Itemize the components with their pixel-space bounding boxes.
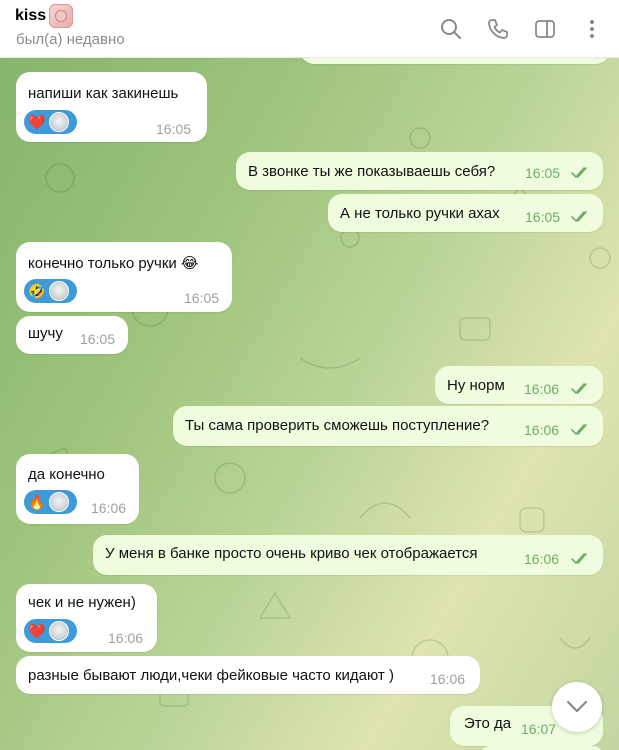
message-time: 16:06 — [524, 422, 560, 438]
message-bubble-incoming[interactable]: чек и не нужен) ❤️ 16:06 — [16, 584, 157, 652]
reaction-pill[interactable]: ❤️ — [24, 619, 77, 643]
chat-status: был(а) недавно — [16, 31, 125, 48]
sidebar-icon[interactable] — [530, 14, 560, 44]
message-text: чек и не нужен) — [28, 594, 136, 611]
chat-title-row[interactable]: kiss — [15, 4, 74, 28]
message-time: 16:05 — [156, 121, 192, 137]
message-time: 16:06 — [430, 671, 466, 687]
message-bubble-incoming[interactable]: напиши как закинешь ❤️ 16:05 — [16, 72, 207, 142]
message-text: шучу — [28, 325, 63, 342]
message-bubble-outgoing[interactable] — [480, 746, 603, 750]
read-checks-icon — [571, 167, 587, 179]
message-bubble-incoming[interactable]: да конечно 🔥 16:06 — [16, 454, 139, 524]
message-text: Ну норм — [447, 377, 505, 394]
message-time: 16:07 — [521, 721, 557, 737]
chevron-down-icon — [566, 700, 588, 713]
rofl-reaction-icon: 🤣 — [28, 283, 46, 299]
heart-reaction-icon: ❤️ — [28, 623, 46, 639]
read-checks-icon — [571, 553, 587, 565]
read-checks-icon — [571, 424, 587, 436]
reaction-pill[interactable]: 🔥 — [24, 490, 77, 514]
message-time: 16:06 — [524, 551, 560, 567]
message-bubble-outgoing[interactable]: Ты сама проверить сможешь поступление? 1… — [173, 406, 603, 446]
message-bubble-outgoing[interactable]: А не только ручки ахах 16:05 — [328, 194, 603, 232]
message-text: разные бывают люди,чеки фейковые часто к… — [28, 667, 394, 684]
message-text: конечно только ручки 😂 — [28, 255, 199, 272]
message-time: 16:05 — [80, 331, 116, 347]
fire-reaction-icon: 🔥 — [28, 494, 46, 510]
search-icon[interactable] — [436, 14, 466, 44]
reactor-avatar — [49, 281, 69, 301]
message-bubble-incoming[interactable]: конечно только ручки 😂 🤣 16:05 — [16, 242, 232, 312]
chat-title[interactable]: kiss — [15, 7, 46, 25]
message-text: У меня в банке просто очень криво чек от… — [105, 545, 478, 562]
read-checks-icon — [571, 383, 587, 395]
message-text: Ты сама проверить сможешь поступление? — [185, 417, 490, 434]
message-time: 16:06 — [91, 500, 127, 516]
reaction-pill[interactable]: 🤣 — [24, 279, 77, 303]
message-time: 16:06 — [524, 381, 560, 397]
message-text: напиши как закинешь — [28, 85, 179, 102]
message-bubble-incoming[interactable]: шучу 16:05 — [16, 316, 128, 354]
reaction-pill[interactable]: ❤️ — [24, 110, 77, 134]
message-time: 16:05 — [525, 165, 561, 181]
title-emoji-icon — [49, 4, 74, 28]
reactor-avatar — [49, 112, 69, 132]
message-text: да конечно — [28, 466, 105, 483]
chat-header: kiss был(а) недавно — [0, 0, 619, 58]
message-bubble-outgoing[interactable] — [300, 58, 610, 64]
message-text: В звонке ты же показываешь себя? — [248, 163, 496, 180]
message-text: Это да — [464, 715, 512, 732]
message-bubble-incoming[interactable]: разные бывают люди,чеки фейковые часто к… — [16, 656, 480, 694]
message-text: А не только ручки ахах — [340, 205, 500, 222]
header-actions — [436, 14, 607, 44]
more-icon[interactable] — [577, 14, 607, 44]
message-time: 16:05 — [184, 290, 220, 306]
message-bubble-outgoing[interactable]: Ну норм 16:06 — [435, 366, 603, 404]
message-bubble-outgoing[interactable]: В звонке ты же показываешь себя? 16:05 — [236, 152, 603, 190]
reactor-avatar — [49, 621, 69, 641]
reactor-avatar — [49, 492, 69, 512]
message-bubble-outgoing[interactable]: У меня в банке просто очень криво чек от… — [93, 535, 603, 575]
scroll-to-bottom-button[interactable] — [552, 682, 602, 732]
phone-icon[interactable] — [483, 14, 513, 44]
heart-reaction-icon: ❤️ — [28, 114, 46, 130]
message-time: 16:05 — [525, 209, 561, 225]
message-time: 16:06 — [108, 630, 144, 646]
read-checks-icon — [571, 211, 587, 223]
chat-area[interactable]: напиши как закинешь ❤️ 16:05 В звонке ты… — [0, 58, 619, 750]
